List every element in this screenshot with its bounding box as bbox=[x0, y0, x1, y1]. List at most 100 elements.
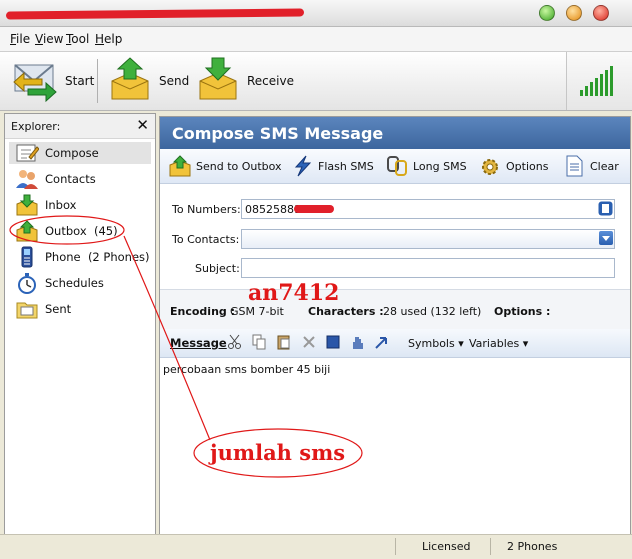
phone-count: (2 Phones) bbox=[87, 250, 150, 264]
nav-item-outbox[interactable]: Outbox (45) bbox=[9, 220, 151, 242]
compose-title-bar: Compose SMS Message bbox=[160, 117, 630, 149]
inbox-icon bbox=[16, 194, 38, 216]
symbols-dropdown[interactable]: Symbols ▾ bbox=[408, 337, 464, 350]
main-toolbar: Start Send Receive bbox=[0, 52, 632, 111]
select-all-icon[interactable] bbox=[325, 334, 341, 350]
phones-status: 2 Phones bbox=[507, 540, 558, 553]
clear-button[interactable]: Clear bbox=[562, 155, 622, 177]
nav-label: Schedules bbox=[45, 276, 104, 290]
window-titlebar bbox=[0, 0, 632, 27]
copy-icon[interactable] bbox=[251, 334, 267, 350]
clear-label: Clear bbox=[590, 160, 619, 173]
nav-label: Inbox bbox=[45, 198, 77, 212]
redacted-number bbox=[294, 205, 334, 213]
minimize-button[interactable] bbox=[566, 5, 582, 21]
compose-action-bar: Send to Outbox Flash SMS Long SMS Option… bbox=[160, 149, 630, 184]
nav-item-inbox[interactable]: Inbox bbox=[9, 194, 151, 216]
message-info-row: Encoding : GSM 7-bit Characters : 28 use… bbox=[160, 289, 630, 331]
options-button[interactable]: Options bbox=[478, 155, 550, 177]
send-button[interactable]: Send bbox=[104, 57, 190, 105]
nav-label: Compose bbox=[45, 146, 99, 160]
outbox-label: Outbox bbox=[45, 224, 87, 238]
compose-icon bbox=[16, 144, 39, 162]
phone-icon bbox=[21, 246, 33, 268]
receive-label: Receive bbox=[247, 74, 294, 88]
explorer-title: Explorer: bbox=[11, 120, 61, 133]
variables-dropdown[interactable]: Variables ▾ bbox=[469, 337, 528, 350]
annotation-text: jumlah sms bbox=[210, 440, 346, 465]
signal-strength-indicator bbox=[566, 52, 632, 110]
page-title: Compose SMS Message bbox=[172, 124, 384, 143]
maximize-button[interactable] bbox=[539, 5, 555, 21]
explorer-panel: Explorer: ✕ Compose Contacts Inbox Outbo… bbox=[4, 113, 156, 535]
insert-icon[interactable] bbox=[374, 334, 390, 350]
delete-icon[interactable] bbox=[301, 334, 317, 350]
lightning-icon bbox=[294, 155, 312, 177]
status-divider bbox=[395, 538, 396, 555]
license-status: Licensed bbox=[422, 540, 471, 553]
long-sms-label: Long SMS bbox=[413, 160, 467, 173]
receive-icon bbox=[199, 57, 237, 100]
send-label: Send bbox=[159, 74, 190, 88]
characters-value: 28 used (132 left) bbox=[383, 305, 482, 318]
message-toolbar: Message Symbols ▾ Variables ▾ bbox=[160, 329, 630, 358]
menu-tool[interactable]: Tool bbox=[66, 32, 89, 46]
paste-icon[interactable] bbox=[276, 334, 292, 350]
explorer-header: Explorer: ✕ bbox=[5, 114, 155, 139]
chain-link-icon bbox=[387, 156, 407, 176]
subject-field[interactable] bbox=[241, 258, 615, 278]
menu-help[interactable]: Help bbox=[95, 32, 122, 46]
menu-file[interactable]: File bbox=[10, 32, 30, 46]
nav-label: Phone (2 Phones) bbox=[45, 250, 150, 264]
contacts-icon bbox=[16, 170, 38, 189]
send-icon bbox=[111, 57, 149, 100]
flash-sms-button[interactable]: Flash SMS bbox=[290, 155, 374, 177]
send-to-outbox-icon bbox=[169, 155, 191, 177]
phone-label: Phone bbox=[45, 250, 81, 264]
sent-folder-icon bbox=[16, 302, 38, 319]
subject-label: Subject: bbox=[195, 262, 240, 275]
options-label: Options bbox=[506, 160, 549, 173]
characters-label: Characters : bbox=[308, 305, 384, 318]
nav-item-contacts[interactable]: Contacts bbox=[9, 168, 151, 190]
gear-icon bbox=[482, 159, 498, 175]
start-button[interactable]: Start bbox=[10, 57, 95, 105]
to-contacts-select[interactable] bbox=[241, 229, 615, 249]
flash-sms-label: Flash SMS bbox=[318, 160, 374, 173]
start-icon bbox=[13, 64, 57, 103]
address-book-icon[interactable] bbox=[598, 201, 613, 216]
options-info-label: Options : bbox=[494, 305, 551, 318]
signal-bars-icon bbox=[580, 66, 613, 96]
hand-icon[interactable] bbox=[350, 334, 366, 350]
menu-view[interactable]: View bbox=[35, 32, 63, 46]
nav-item-compose[interactable]: Compose bbox=[9, 142, 151, 164]
to-numbers-value: 08525881 bbox=[245, 203, 301, 216]
watermark-text: an7412 bbox=[248, 280, 340, 306]
stopwatch-icon bbox=[18, 273, 36, 294]
chevron-down-icon[interactable] bbox=[599, 231, 613, 245]
receive-button[interactable]: Receive bbox=[192, 57, 294, 105]
to-numbers-label: To Numbers: bbox=[172, 203, 241, 216]
nav-item-phone[interactable]: Phone (2 Phones) bbox=[9, 246, 151, 268]
nav-item-schedules[interactable]: Schedules bbox=[9, 272, 151, 294]
start-label: Start bbox=[65, 74, 95, 88]
send-to-outbox-button[interactable]: Send to Outbox bbox=[168, 155, 282, 177]
symbols-label: Symbols bbox=[408, 337, 455, 350]
nav-label: Sent bbox=[45, 302, 72, 316]
send-to-outbox-label: Send to Outbox bbox=[196, 160, 282, 173]
outbox-count: (45) bbox=[93, 224, 118, 238]
close-button[interactable] bbox=[593, 5, 609, 21]
cut-icon[interactable] bbox=[227, 334, 243, 350]
toolbar-separator bbox=[97, 59, 98, 103]
status-divider bbox=[490, 538, 491, 555]
compose-panel: Compose SMS Message Send to Outbox Flash… bbox=[159, 116, 631, 535]
long-sms-button[interactable]: Long SMS bbox=[385, 155, 467, 177]
explorer-close-icon[interactable]: ✕ bbox=[136, 116, 149, 134]
encoding-label: Encoding : bbox=[170, 305, 236, 318]
nav-item-sent[interactable]: Sent bbox=[9, 298, 151, 320]
to-numbers-field[interactable]: 08525881 bbox=[241, 199, 615, 219]
nav-label: Contacts bbox=[45, 172, 96, 186]
outbox-icon bbox=[16, 220, 38, 242]
status-bar: Licensed 2 Phones bbox=[0, 534, 632, 559]
message-text: percobaan sms bomber 45 biji bbox=[163, 363, 331, 376]
